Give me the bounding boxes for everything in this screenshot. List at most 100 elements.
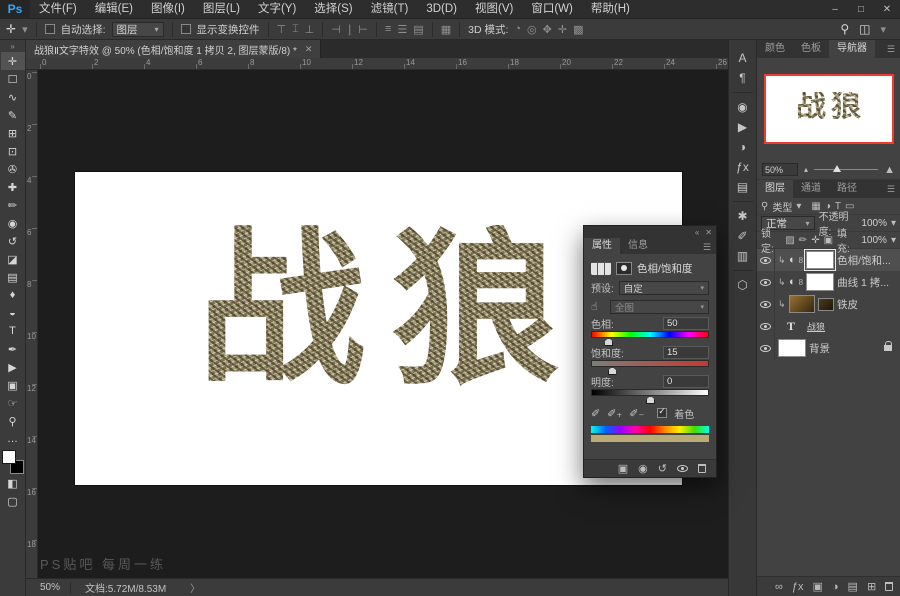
status-options-chevron-icon[interactable]: 〉 (190, 580, 200, 595)
menu-3d[interactable]: 3D(D) (417, 0, 466, 19)
layer-mask-thumbnail[interactable] (818, 298, 834, 311)
slider-thumb[interactable] (646, 396, 655, 404)
3d-panel-icon[interactable]: ⬡ (731, 275, 755, 295)
tool-preset-arrow-icon[interactable]: ▾ (22, 23, 28, 36)
fill-value[interactable]: 100% (861, 235, 887, 246)
layer-row-texture[interactable]: ↳ 铁皮 (757, 293, 900, 315)
tab-properties[interactable]: 属性 (584, 238, 620, 254)
blur-tool[interactable]: ♦ (1, 286, 25, 304)
visibility-cell[interactable] (757, 337, 775, 359)
marquee-tool[interactable]: ☐ (1, 70, 25, 88)
dodge-tool[interactable]: ◒ (1, 304, 25, 322)
layer-row-background[interactable]: 背景 (757, 337, 900, 359)
tool-presets-panel-icon[interactable]: ✐ (731, 226, 755, 246)
close-panel-icon[interactable]: ✕ (705, 228, 712, 237)
move-tool[interactable]: ✛ (1, 52, 25, 70)
menu-view[interactable]: 视图(V) (466, 0, 522, 19)
history-brush-tool[interactable]: ↺ (1, 232, 25, 250)
brushes-panel-icon[interactable]: ✱ (731, 206, 755, 226)
crop-tool[interactable]: ⊡ (1, 142, 25, 160)
distribute-v-icon[interactable]: ≡ (385, 23, 391, 35)
eyedropper-tool[interactable]: ✇ (1, 160, 25, 178)
visibility-cell[interactable] (757, 249, 775, 271)
frame-tool[interactable]: ⊞ (1, 124, 25, 142)
menu-window[interactable]: 窗口(W) (522, 0, 582, 19)
timeline-panel-icon[interactable]: ▶ (731, 117, 755, 137)
visibility-cell[interactable] (757, 293, 775, 315)
distribute-icon[interactable]: ▤ (413, 23, 423, 36)
3d-roll-icon[interactable]: ◎ (527, 23, 537, 36)
mask-link-icon[interactable]: 8 (799, 278, 803, 287)
clone-stamp-tool[interactable]: ◉ (1, 214, 25, 232)
history-panel-icon[interactable]: ▤ (731, 177, 755, 197)
align-right-icon[interactable]: ⊢ (358, 23, 368, 36)
document-tab-close-icon[interactable]: ✕ (305, 44, 313, 55)
targeted-adjustment-icon[interactable]: ☝ (591, 300, 605, 313)
zoom-level[interactable]: 50% (26, 582, 70, 593)
libraries-panel-icon[interactable]: ◉ (731, 97, 755, 117)
slider-thumb[interactable] (833, 165, 841, 172)
edit-toolbar-icon[interactable]: … (1, 430, 25, 448)
hand-tool[interactable]: ☞ (1, 394, 25, 412)
minimize-button[interactable]: – (822, 0, 848, 19)
menu-type[interactable]: 文字(Y) (249, 0, 305, 19)
clip-to-layer-icon[interactable]: ▣ (618, 462, 628, 475)
new-group-icon[interactable]: ▤ (848, 580, 858, 593)
auto-select-checkbox[interactable] (45, 24, 55, 34)
3d-scale-icon[interactable]: ▩ (573, 23, 583, 36)
eye-icon[interactable] (760, 301, 771, 308)
layer-row-curves[interactable]: ↳ ◐ 8 曲线 1 拷... (757, 271, 900, 293)
layer-name[interactable]: 色相/饱和... (837, 253, 891, 268)
saturation-slider[interactable] (591, 360, 709, 367)
healing-brush-tool[interactable]: ✚ (1, 178, 25, 196)
menu-help[interactable]: 帮助(H) (582, 0, 639, 19)
mask-link-icon[interactable]: 8 (799, 256, 803, 265)
filter-type-dropdown[interactable]: 类型 (772, 199, 792, 214)
panel-menu-icon[interactable]: ☰ (887, 180, 900, 198)
slider-thumb[interactable] (604, 338, 613, 346)
layer-thumbnail[interactable] (789, 295, 815, 313)
zoom-tool[interactable]: ⚲ (1, 412, 25, 430)
slider-thumb[interactable] (608, 367, 617, 375)
3d-slide-icon[interactable]: ✛ (558, 23, 567, 36)
visibility-eye-icon[interactable] (677, 465, 688, 472)
navigator-preview[interactable]: 战狼 (764, 74, 894, 144)
search-icon[interactable]: ⚲ (840, 22, 849, 36)
eyedropper-icon[interactable]: ✐ (591, 407, 600, 420)
gradient-tool[interactable]: ▤ (1, 268, 25, 286)
eyedropper-subtract-icon[interactable]: ✐₋ (629, 407, 644, 420)
opacity-value[interactable]: 100% (861, 218, 887, 229)
panel-menu-icon[interactable]: ☰ (887, 40, 900, 58)
lightness-slider[interactable] (591, 389, 709, 396)
toolbar-collapse-icon[interactable]: » (10, 40, 14, 52)
pen-tool[interactable]: ✒ (1, 340, 25, 358)
visibility-cell[interactable] (757, 315, 775, 337)
lasso-tool[interactable]: ∿ (1, 88, 25, 106)
channel-dropdown[interactable]: 全图▾ (610, 300, 709, 314)
add-mask-icon[interactable]: ▣ (812, 580, 822, 593)
new-adjustment-icon[interactable]: ◑ (832, 581, 839, 593)
navigator-zoom-input[interactable]: 50% (762, 163, 798, 176)
previous-state-icon[interactable]: ◉ (638, 462, 648, 475)
layer-thumbnail[interactable] (778, 339, 806, 357)
menu-edit[interactable]: 编辑(E) (86, 0, 142, 19)
layer-mask-thumbnail[interactable] (806, 273, 834, 291)
visibility-cell[interactable] (757, 271, 775, 293)
align-left-icon[interactable]: ⊣ (331, 23, 341, 36)
screen-mode-icon[interactable]: ▢ (1, 492, 25, 510)
tab-channels[interactable]: 通道 (793, 180, 829, 198)
paragraph-panel-icon[interactable]: ¶ (731, 68, 755, 88)
eye-icon[interactable] (760, 257, 771, 264)
lightness-input[interactable]: 0 (663, 375, 709, 388)
align-vcenter-icon[interactable]: ⌶ (292, 23, 299, 36)
menu-layer[interactable]: 图层(L) (194, 0, 249, 19)
menu-file[interactable]: 文件(F) (30, 0, 86, 19)
zoom-in-icon[interactable]: ▲ (884, 164, 895, 176)
layer-name[interactable]: 背景 (809, 341, 830, 356)
type-tool[interactable]: T (1, 322, 25, 340)
preset-dropdown[interactable]: 自定▾ (619, 281, 709, 295)
styles-panel-icon[interactable]: ƒx (731, 157, 755, 177)
layer-mask-thumbnail[interactable] (806, 251, 834, 269)
shape-tool[interactable]: ▣ (1, 376, 25, 394)
menu-filter[interactable]: 滤镜(T) (362, 0, 418, 19)
